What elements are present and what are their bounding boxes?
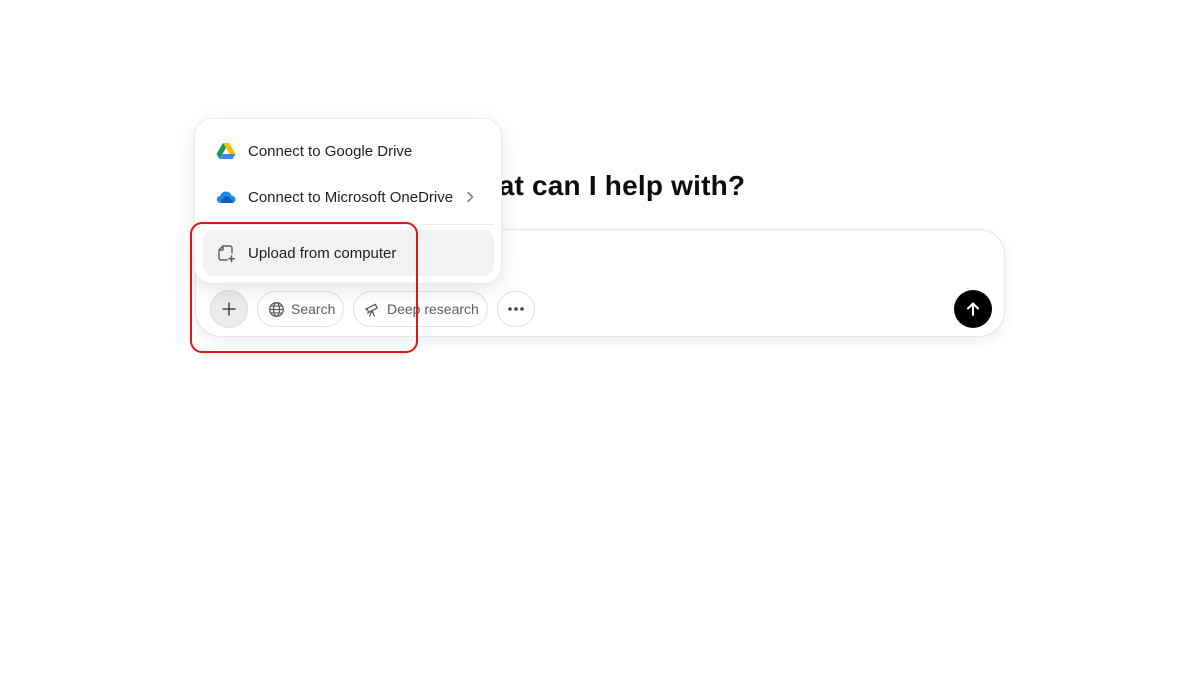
globe-icon [268,301,285,318]
send-button[interactable] [954,290,992,328]
google-drive-icon [216,142,236,160]
attach-menu: Connect to Google Drive Connect to Micro… [194,118,502,284]
attach-plus-button[interactable] [210,290,248,328]
deep-research-label: Deep research [387,301,479,317]
upload-file-icon [216,243,236,263]
menu-item-label: Connect to Google Drive [248,142,413,160]
search-tool-button[interactable]: Search [257,291,344,327]
arrow-up-icon [964,300,982,318]
page-title: What can I help with? [454,170,746,201]
menu-item-label: Upload from computer [248,244,397,262]
plus-icon [221,301,237,317]
deep-research-button[interactable]: Deep research [353,291,488,327]
menu-divider [203,224,494,225]
search-tool-label: Search [291,301,336,317]
menu-item-upload-from-computer[interactable]: Upload from computer [203,230,494,276]
ellipsis-icon [507,306,525,312]
more-tools-button[interactable] [497,291,535,327]
menu-item-label: Connect to Microsoft OneDrive [248,188,454,206]
onedrive-icon [216,190,236,204]
chevron-right-icon [462,189,478,205]
telescope-icon [364,301,381,318]
chat-home-page: What can I help with? Search Deep resear… [0,0,1200,675]
menu-item-onedrive[interactable]: Connect to Microsoft OneDrive [203,174,494,220]
menu-item-google-drive[interactable]: Connect to Google Drive [203,128,494,174]
